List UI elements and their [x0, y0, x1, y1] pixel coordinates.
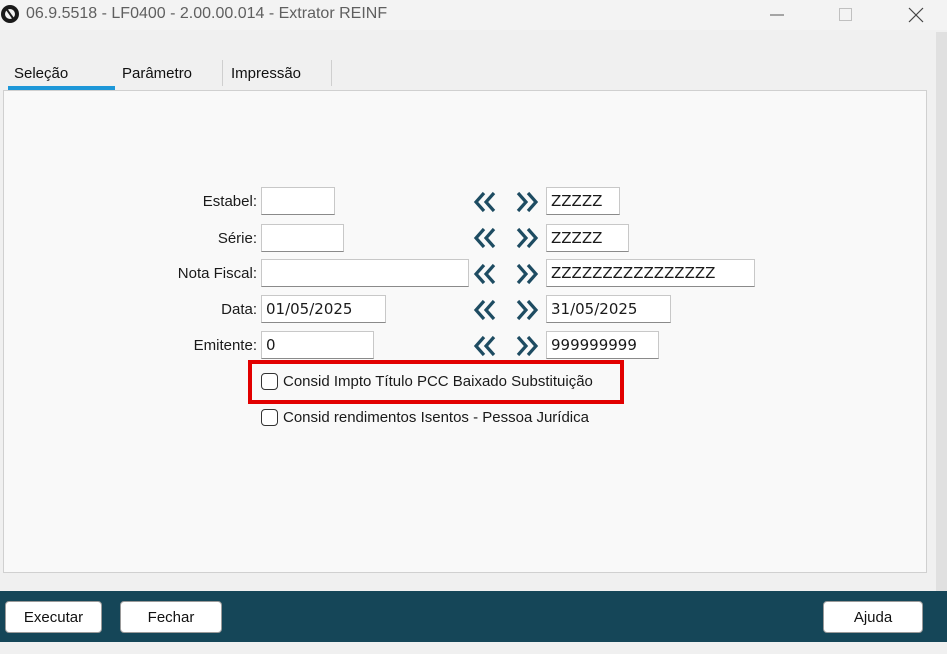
nota-fiscal-from-input[interactable]	[261, 259, 469, 287]
selection-panel	[3, 90, 927, 573]
minimize-button[interactable]	[754, 0, 800, 30]
double-chevron-left-icon[interactable]	[473, 227, 497, 249]
double-chevron-right-icon[interactable]	[515, 299, 539, 321]
executar-button[interactable]: Executar	[5, 601, 102, 633]
double-chevron-right-icon[interactable]	[515, 335, 539, 357]
nota-fiscal-label: Nota Fiscal:	[177, 265, 257, 282]
consid-rendimentos-isentos-checkbox[interactable]	[261, 409, 278, 426]
fechar-button[interactable]: Fechar	[120, 601, 222, 633]
window-bottom-edge	[0, 642, 947, 654]
app-logo-icon	[0, 4, 20, 28]
estabel-from-input[interactable]	[261, 187, 335, 215]
double-chevron-right-icon[interactable]	[515, 191, 539, 213]
consid-rendimentos-isentos-checkbox-row[interactable]: Consid rendimentos Isentos - Pessoa Jurí…	[261, 409, 589, 426]
maximize-button[interactable]	[823, 0, 869, 30]
consid-impto-pcc-label: Consid Impto Título PCC Baixado Substitu…	[283, 373, 593, 390]
double-chevron-left-icon[interactable]	[473, 299, 497, 321]
data-to-input[interactable]: 31/05/2025	[546, 295, 671, 323]
close-icon	[908, 7, 924, 23]
double-chevron-right-icon[interactable]	[515, 227, 539, 249]
consid-rendimentos-isentos-label: Consid rendimentos Isentos - Pessoa Jurí…	[283, 409, 589, 426]
close-button[interactable]	[893, 0, 939, 30]
ajuda-button[interactable]: Ajuda	[823, 601, 923, 633]
data-from-input[interactable]: 01/05/2025	[261, 295, 386, 323]
serie-to-input[interactable]: ZZZZZ	[546, 224, 629, 252]
tab-impressao[interactable]: Impressão	[231, 65, 301, 82]
consid-impto-pcc-checkbox-row[interactable]: Consid Impto Título PCC Baixado Substitu…	[261, 373, 593, 390]
nota-fiscal-to-input[interactable]: ZZZZZZZZZZZZZZZZ	[546, 259, 755, 287]
emitente-label: Emitente:	[193, 337, 257, 354]
double-chevron-left-icon[interactable]	[473, 263, 497, 285]
tab-divider	[222, 60, 223, 86]
window-edge	[936, 32, 947, 592]
window-title: 06.9.5518 - LF0400 - 2.00.00.014 - Extra…	[26, 5, 388, 22]
tab-parametro[interactable]: Parâmetro	[122, 65, 192, 82]
serie-from-input[interactable]	[261, 224, 344, 252]
tab-divider	[331, 60, 332, 86]
estabel-label: Estabel:	[202, 193, 257, 210]
double-chevron-right-icon[interactable]	[515, 263, 539, 285]
emitente-to-input[interactable]: 999999999	[546, 331, 659, 359]
emitente-from-input[interactable]: 0	[261, 331, 374, 359]
consid-impto-pcc-checkbox[interactable]	[261, 373, 278, 390]
data-label: Data:	[221, 301, 257, 318]
double-chevron-left-icon[interactable]	[473, 191, 497, 213]
double-chevron-left-icon[interactable]	[473, 335, 497, 357]
estabel-to-input[interactable]: ZZZZZ	[546, 187, 620, 215]
title-bar: 06.9.5518 - LF0400 - 2.00.00.014 - Extra…	[0, 0, 947, 30]
tab-selecao[interactable]: Seleção	[14, 65, 68, 82]
serie-label: Série:	[217, 230, 257, 247]
tab-strip: Seleção Parâmetro Impressão	[0, 32, 947, 90]
